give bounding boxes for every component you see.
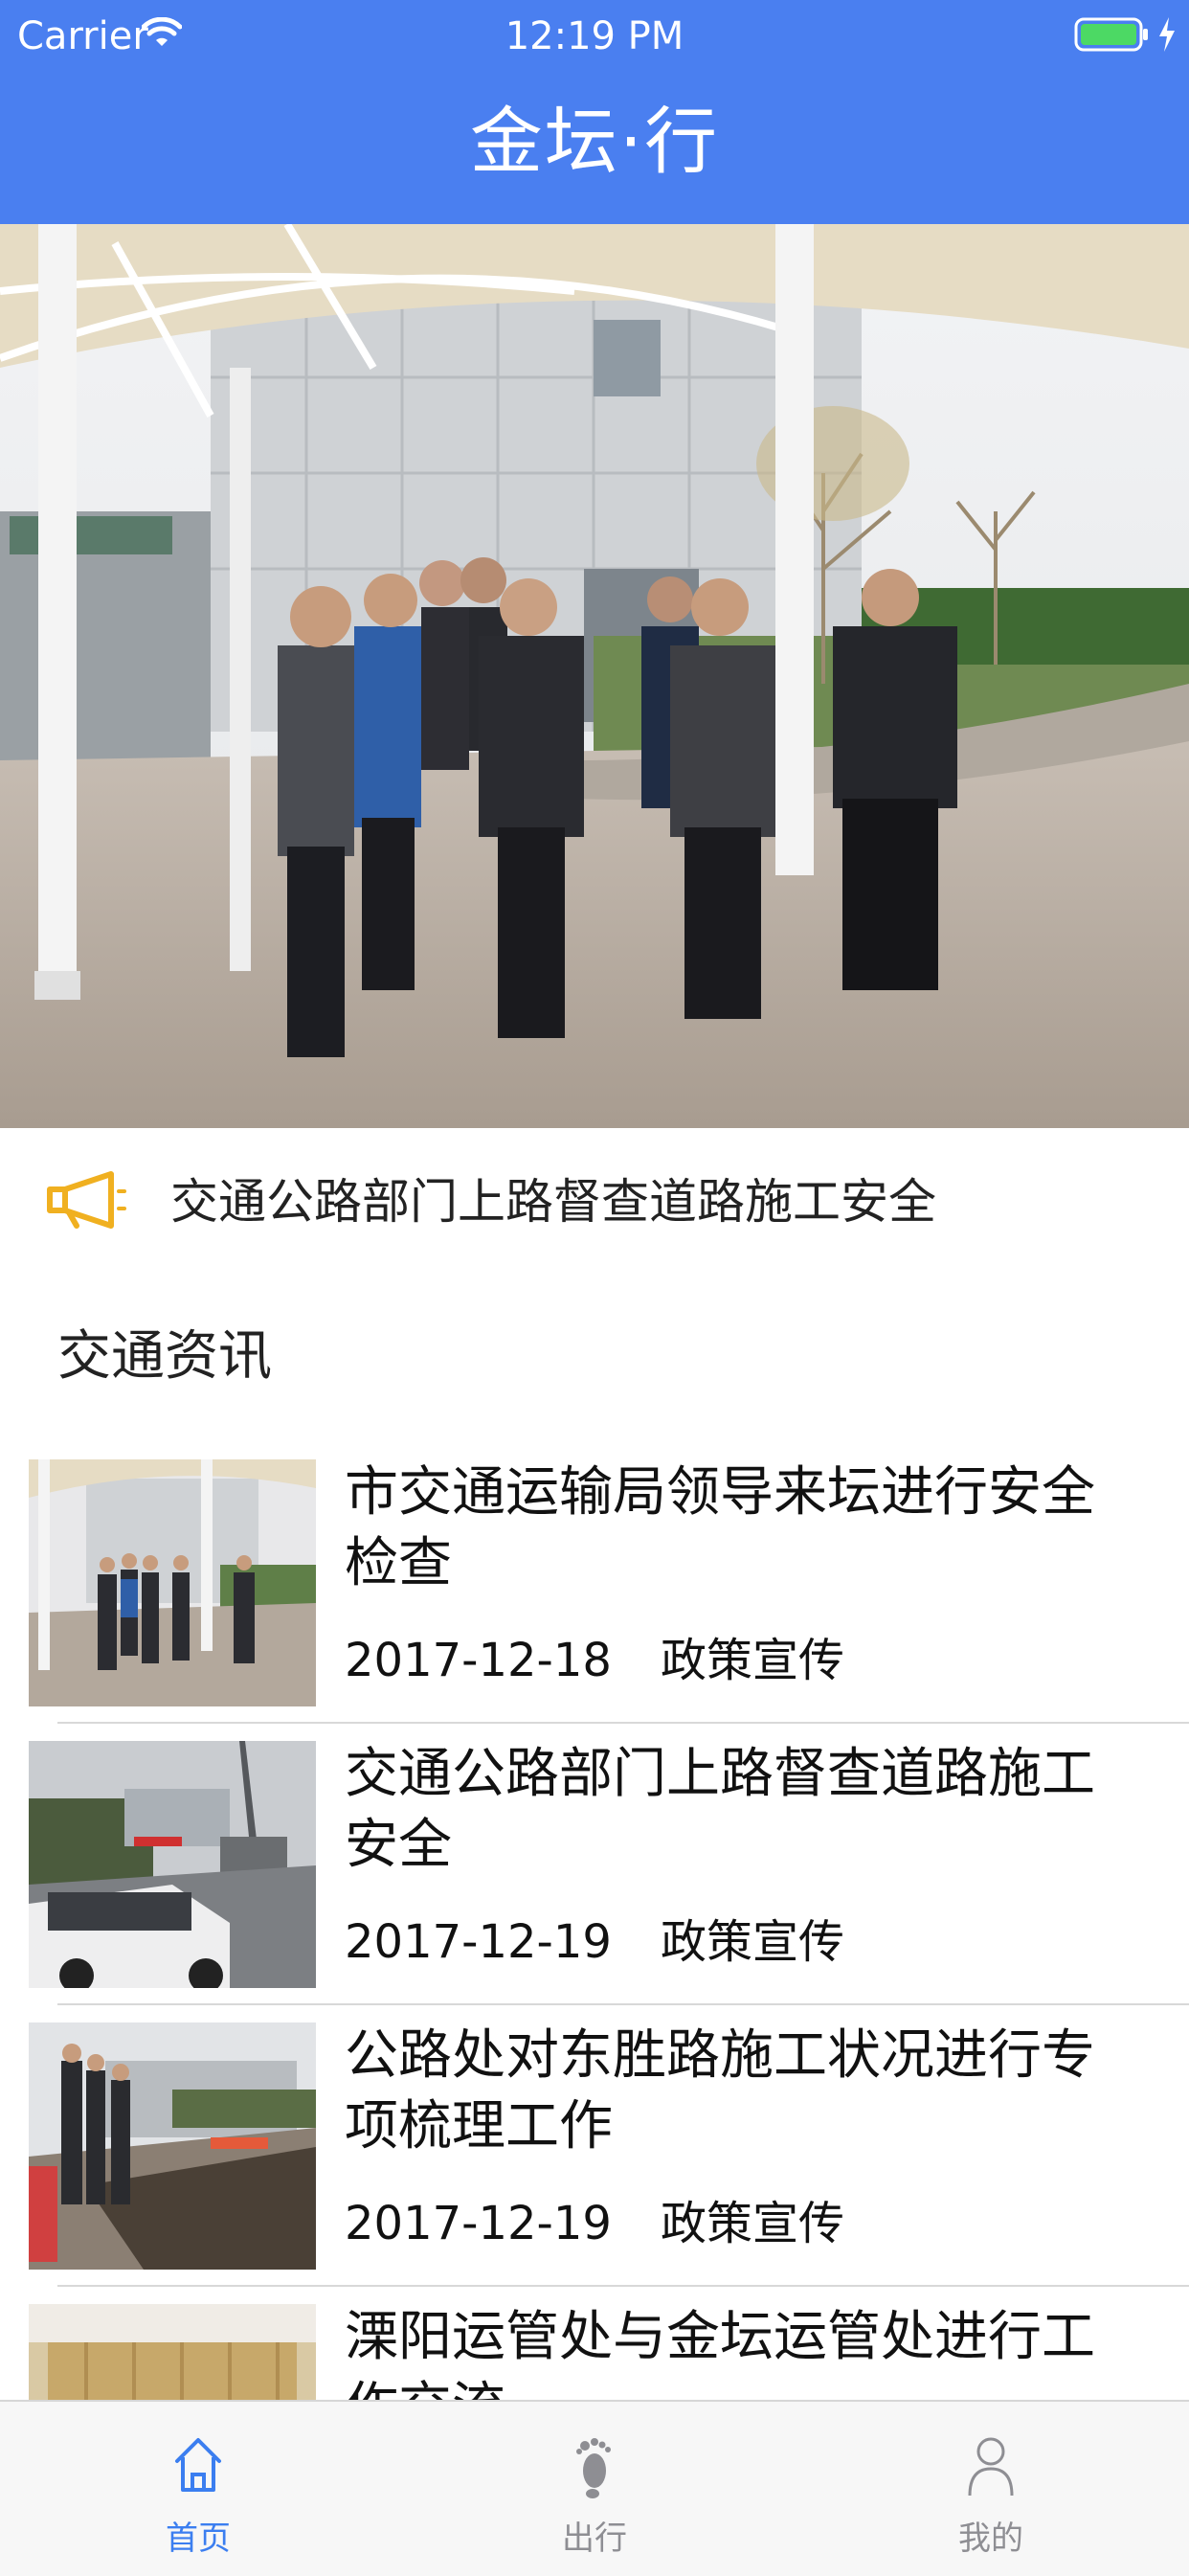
divider — [57, 2003, 1189, 2005]
divider — [57, 2285, 1189, 2287]
news-title: 溧阳运管处与金坛运管处进行工作交流 — [345, 2306, 1095, 2402]
megaphone-icon — [47, 1171, 126, 1229]
divider — [57, 1722, 1189, 1724]
status-bar: Carrier 12:19 PM — [0, 0, 1189, 73]
tab-label: 我的 — [958, 2520, 1023, 2558]
battery-icon — [1074, 17, 1148, 52]
tab-label: 首页 — [166, 2520, 231, 2558]
news-category: 政策宣传 — [661, 2197, 845, 2250]
news-thumbnail — [29, 2022, 316, 2270]
news-title: 交通公路部门上路督查道路施工安全 — [345, 1743, 1095, 1876]
person-icon — [968, 2437, 1014, 2497]
page-title: 金坛·行 — [469, 99, 720, 184]
news-item[interactable]: 市交通运输局领导来坛进行安全检查 2017-12-18 政策宣传 — [0, 1444, 1189, 1726]
news-thumbnail — [29, 1741, 316, 1988]
news-category: 政策宣传 — [661, 1634, 845, 1687]
footprint-icon — [576, 2438, 611, 2498]
news-thumbnail — [29, 2304, 316, 2402]
news-list[interactable]: 市交通运输局领导来坛进行安全检查 2017-12-18 政策宣传 交通公路部门上… — [0, 1444, 1189, 2402]
news-date: 2017-12-19 — [345, 1915, 612, 1969]
home-icon — [175, 2438, 221, 2492]
news-date: 2017-12-18 — [345, 1634, 612, 1687]
tab-mine[interactable]: 我的 — [793, 2402, 1189, 2576]
news-category: 政策宣传 — [661, 1915, 845, 1969]
banner-photo — [0, 224, 1189, 1128]
news-thumbnail — [29, 1459, 316, 1706]
tab-label: 出行 — [562, 2520, 627, 2558]
tab-travel[interactable]: 出行 — [396, 2402, 793, 2576]
section-title: 交通资讯 — [57, 1325, 272, 1388]
news-title: 公路处对东胜路施工状况进行专项梳理工作 — [345, 2024, 1095, 2158]
app-header: Carrier 12:19 PM 金坛·行 — [0, 0, 1189, 224]
news-date: 2017-12-19 — [345, 2197, 612, 2250]
news-item[interactable]: 公路处对东胜路施工状况进行专项梳理工作 2017-12-19 政策宣传 — [0, 2007, 1189, 2289]
clock: 12:19 PM — [505, 14, 684, 58]
notice-text: 交通公路部门上路督查道路施工安全 — [170, 1174, 936, 1230]
tab-home[interactable]: 首页 — [0, 2402, 396, 2576]
notice-bar[interactable]: 交通公路部门上路督查道路施工安全 — [0, 1128, 1189, 1272]
news-title: 市交通运输局领导来坛进行安全检查 — [345, 1461, 1095, 1594]
charging-bolt-icon — [1159, 17, 1175, 52]
news-item[interactable]: 交通公路部门上路督查道路施工安全 2017-12-19 政策宣传 — [0, 1726, 1189, 2007]
tab-bar: 首页 出行 我的 — [0, 2400, 1189, 2576]
news-item[interactable]: 溧阳运管处与金坛运管处进行工作交流 — [0, 2289, 1189, 2402]
banner-image[interactable] — [0, 224, 1189, 1128]
